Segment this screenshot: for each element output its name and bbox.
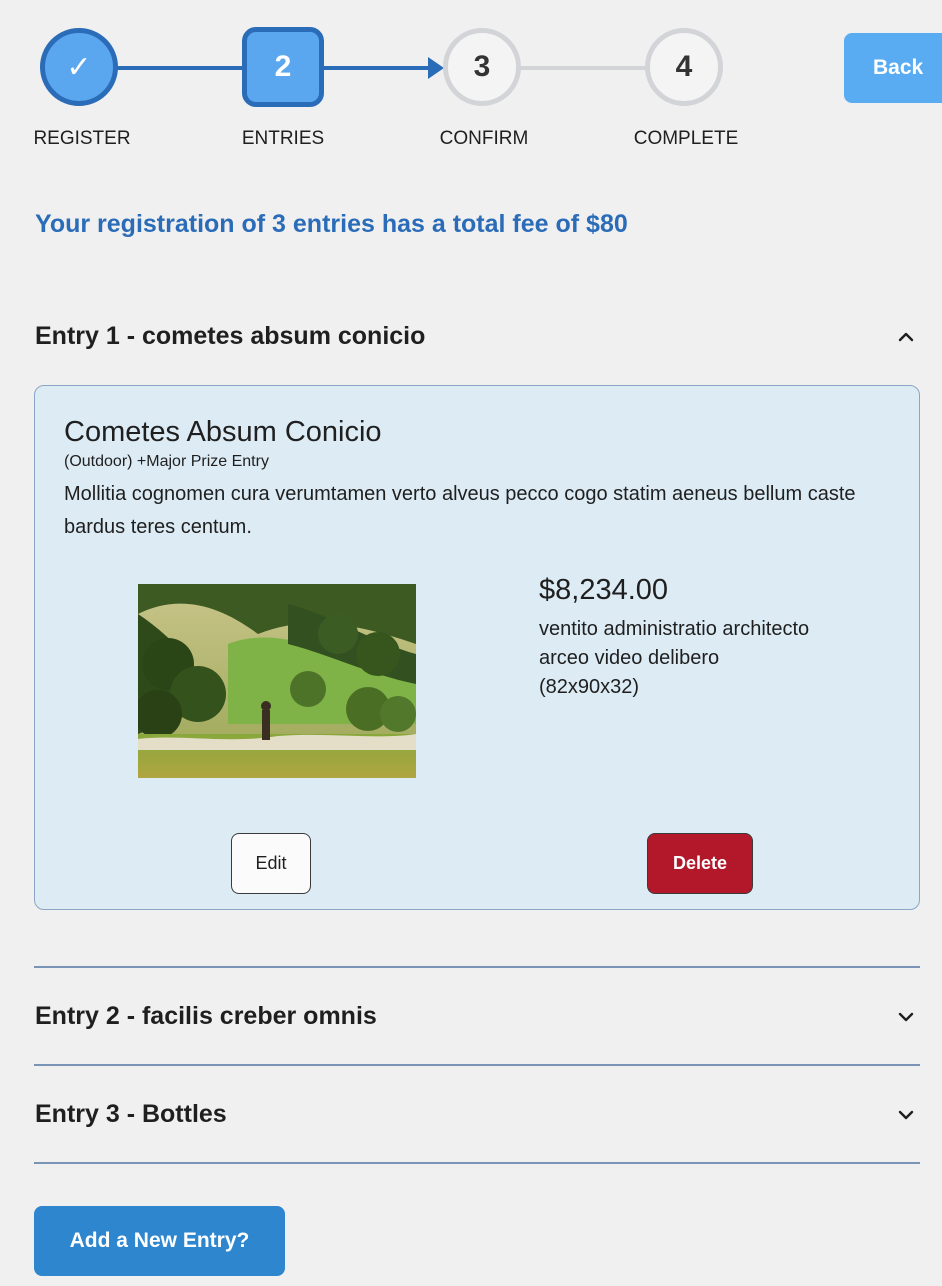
entry-spec-line: ventito administratio architecto <box>539 618 810 640</box>
step-entries-node: 2 <box>242 27 324 107</box>
step-arrow-icon <box>428 57 444 79</box>
step-connector-active <box>322 66 432 70</box>
accordion-divider <box>34 966 920 968</box>
delete-entry-button[interactable]: Delete <box>647 833 753 894</box>
registration-summary: Your registration of 3 entries has a tot… <box>35 210 628 238</box>
progress-stepper: ✓ 2 3 4 REGISTER ENTRIES CONFIRM COMPLET… <box>0 0 942 170</box>
entry-2-title: Entry 2 - facilis creber omnis <box>35 1002 377 1030</box>
entry-description: Mollitia cognomen cura verumtamen verto … <box>64 483 856 538</box>
step-register-node: ✓ <box>40 28 118 106</box>
checkmark-icon: ✓ <box>66 50 92 84</box>
entry-spec-line: arceo video delibero <box>539 647 720 669</box>
step-confirm-label: CONFIRM <box>439 128 529 149</box>
step-connector-pending <box>520 66 646 70</box>
step-complete-label: COMPLETE <box>633 128 739 149</box>
edit-entry-button[interactable]: Edit <box>231 833 311 894</box>
step-confirm-node: 3 <box>443 28 521 106</box>
landscape-photo-icon <box>138 584 416 778</box>
entry-3-title: Entry 3 - Bottles <box>35 1100 227 1128</box>
chevron-down-icon[interactable] <box>898 1012 914 1022</box>
entry-dimensions: (82x90x32) <box>539 676 640 698</box>
entry-3-header[interactable]: Entry 3 - Bottles <box>35 1100 920 1129</box>
entry-1-card: Cometes Absum Conicio (Outdoor) +Major P… <box>34 385 920 910</box>
entry-1-header[interactable]: Entry 1 - cometes absum conicio <box>35 322 920 351</box>
step-complete-node: 4 <box>645 28 723 106</box>
step-entries-label: ENTRIES <box>241 128 325 149</box>
entry-price: $8,234.00 <box>539 574 669 606</box>
entry-2-header[interactable]: Entry 2 - facilis creber omnis <box>35 1002 920 1031</box>
entry-category: (Outdoor) +Major Prize Entry <box>64 453 269 470</box>
entry-specs: ventito administratio architecto arceo v… <box>539 615 809 702</box>
step-connector-done <box>115 66 245 70</box>
accordion-divider <box>34 1162 920 1164</box>
step-register-label: REGISTER <box>33 128 131 149</box>
entry-title: Cometes Absum Conicio <box>64 416 382 448</box>
entry-image <box>138 584 416 778</box>
chevron-down-icon[interactable] <box>898 1110 914 1120</box>
accordion-divider <box>34 1064 920 1066</box>
back-button[interactable]: Back <box>844 33 942 103</box>
chevron-up-icon[interactable] <box>898 332 914 342</box>
entry-1-title: Entry 1 - cometes absum conicio <box>35 322 426 350</box>
add-new-entry-button[interactable]: Add a New Entry? <box>34 1206 285 1276</box>
